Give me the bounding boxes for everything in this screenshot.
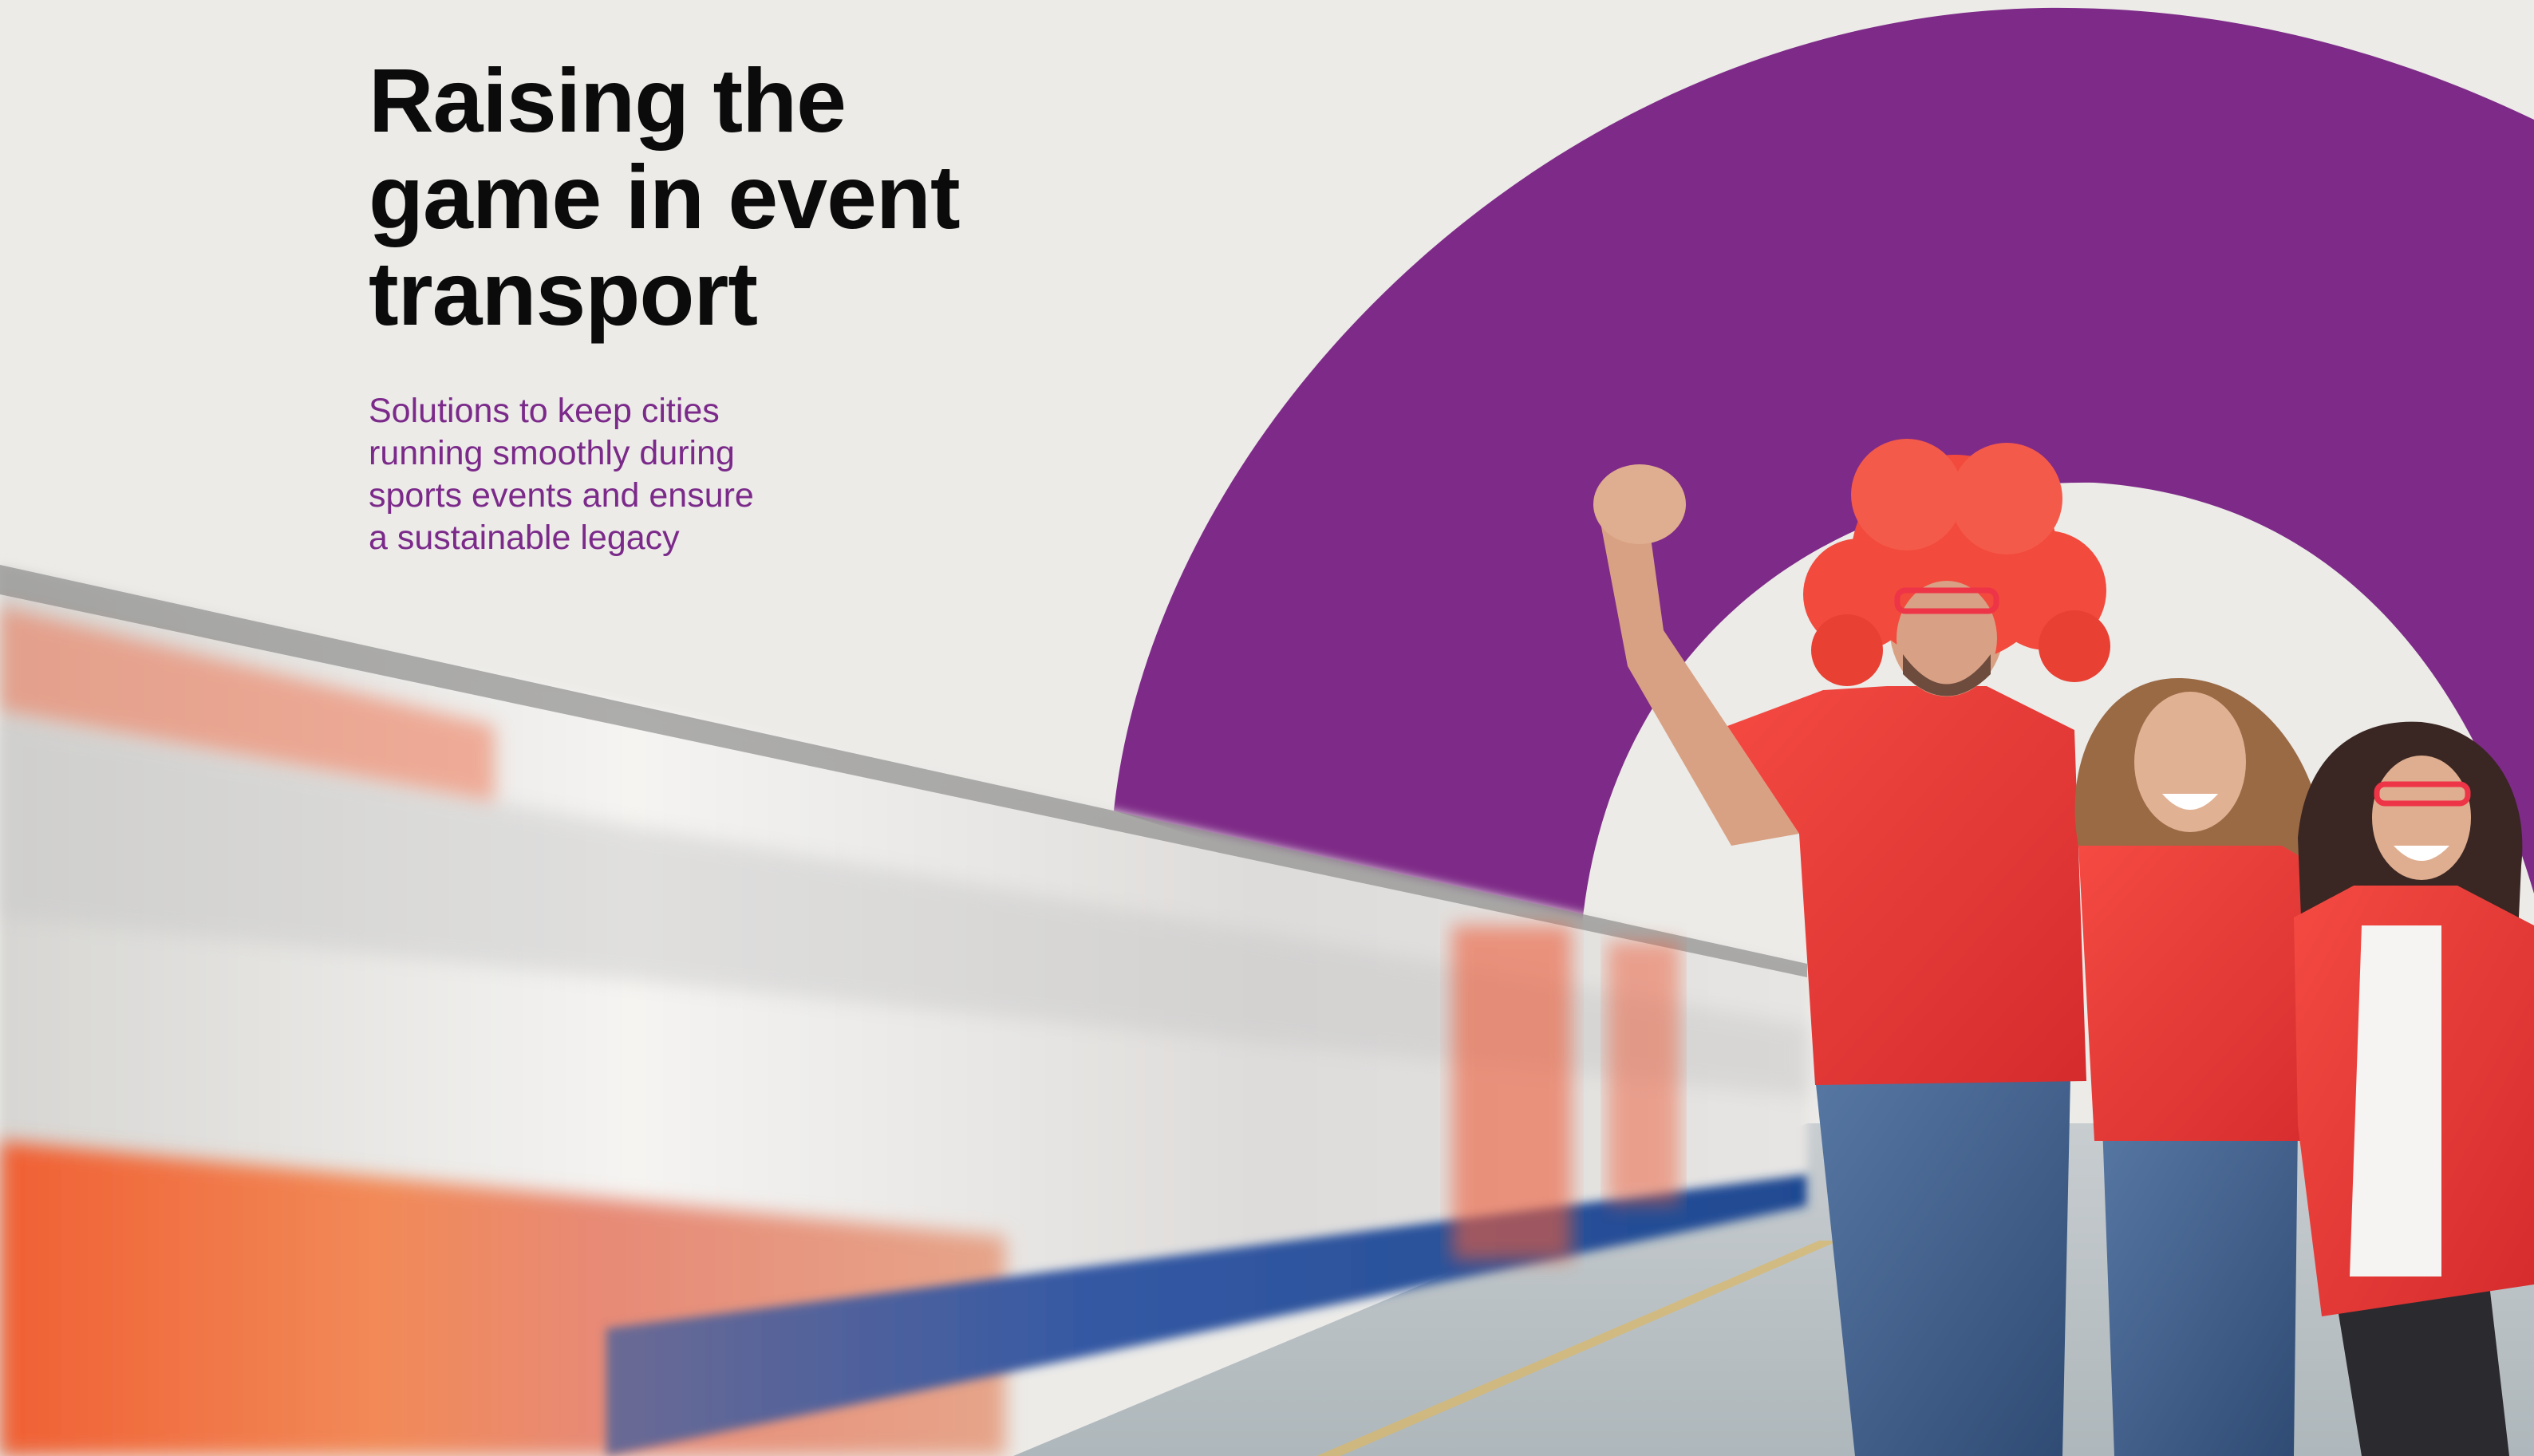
man-jeans: [1815, 1077, 2070, 1456]
hero-text: Raising the game in event transport Solu…: [369, 53, 1151, 559]
title-line-1: Raising the: [369, 50, 847, 151]
subtitle-line-1: Solutions to keep cities: [369, 392, 720, 430]
woman2-face: [2372, 756, 2471, 880]
hero-page: Raising the game in event transport Solu…: [0, 0, 2534, 1456]
train-door-blur-2: [1608, 941, 1679, 1205]
title-line-3: transport: [369, 243, 758, 344]
subtitle-line-2: running smoothly during: [369, 434, 735, 472]
train-door-blur-1: [1452, 925, 1572, 1261]
woman1-face: [2134, 692, 2246, 832]
woman2-tshirt: [2350, 925, 2441, 1276]
subtitle: Solutions to keep cities running smoothl…: [369, 390, 1151, 559]
man-fist: [1593, 464, 1686, 544]
woman1-jeans: [2102, 1125, 2298, 1456]
title-line-2: game in event: [369, 147, 961, 247]
subtitle-line-4: a sustainable legacy: [369, 519, 680, 557]
subtitle-line-3: sports events and ensure: [369, 476, 754, 515]
page-title: Raising the game in event transport: [369, 53, 1151, 342]
